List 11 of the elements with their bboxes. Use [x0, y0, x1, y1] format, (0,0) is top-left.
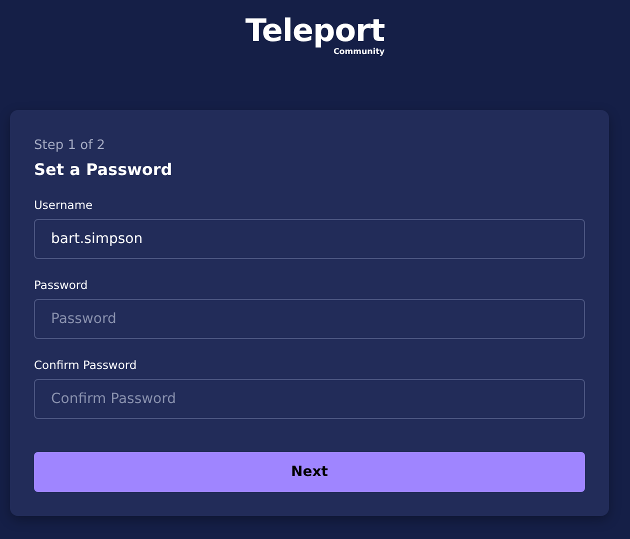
field-label: Password: [34, 278, 89, 292]
form-title: Set a Password: [34, 160, 174, 180]
field-label: Confirm Password: [34, 358, 138, 372]
input-field[interactable]: Confirm Password: [34, 379, 585, 419]
logo-wordmark: Teleport: [245, 14, 385, 48]
input-field[interactable]: bart.simpson: [34, 219, 585, 259]
step-indicator: Step 1 of 2: [34, 138, 106, 154]
field-label: Username: [34, 198, 94, 212]
next-button[interactable]: Next: [34, 452, 585, 492]
edition-label: Community: [333, 47, 385, 56]
input-field[interactable]: Password: [34, 299, 585, 339]
